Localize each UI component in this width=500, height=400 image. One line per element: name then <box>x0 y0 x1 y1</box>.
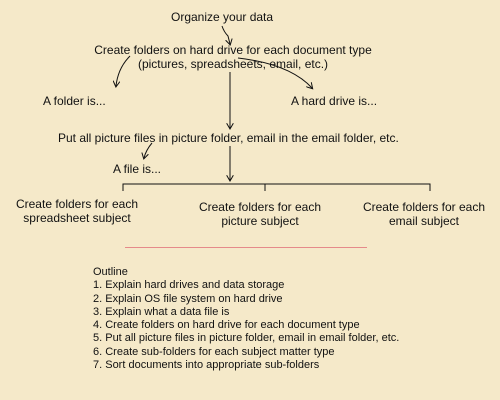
outline-item: 3. Explain what a data file is <box>93 305 230 318</box>
outline-item: 7. Sort documents into appropriate sub-f… <box>93 359 320 372</box>
section-divider <box>125 247 367 248</box>
outline-item: 5. Put all picture files in picture fold… <box>93 332 400 345</box>
folder-is-label: A folder is... <box>43 94 106 108</box>
spreadsheet-subject-line2: spreadsheet subject <box>23 211 131 225</box>
email-subject-line1: Create folders for each <box>362 200 486 214</box>
hard-drive-is-label: A hard drive is... <box>291 94 378 108</box>
outline-item: 2. Explain OS file system on hard drive <box>93 292 283 305</box>
create-folders-node: Create folders on hard drive for each do… <box>60 43 406 71</box>
root-node-label: Organize your data <box>171 10 274 24</box>
outline-item: 4. Create folders on hard drive for each… <box>93 319 360 332</box>
picture-subject-line2: picture subject <box>221 214 299 228</box>
picture-subject-line1: Create folders for each <box>198 200 322 214</box>
create-folders-line2: (pictures, spreadsheets, email, etc.) <box>137 57 329 71</box>
arrow-to-file-is <box>144 142 153 158</box>
create-folders-line1: Create folders on hard drive for each do… <box>94 43 372 57</box>
diagram-canvas: Organize your data Create folders on har… <box>0 0 500 400</box>
spreadsheet-subject-node: Create folders for each spreadsheet subj… <box>2 197 152 225</box>
email-subject-line2: email subject <box>388 214 460 228</box>
picture-subject-node: Create folders for each picture subject <box>186 200 334 228</box>
email-subject-node: Create folders for each email subject <box>350 200 498 228</box>
outline-list: Outline 1. Explain hard drives and data … <box>93 266 399 372</box>
outline-heading: Outline <box>93 266 128 278</box>
branch-bracket <box>122 183 431 191</box>
arrow-root-to-folders <box>221 25 230 44</box>
outline-item: 1. Explain hard drives and data storage <box>93 279 285 292</box>
file-is-label: A file is... <box>113 162 162 176</box>
outline-item: 6. Create sub-folders for each subject m… <box>93 345 335 358</box>
put-files-node: Put all picture files in picture folder,… <box>58 131 399 145</box>
spreadsheet-subject-line1: Create folders for each <box>15 197 139 211</box>
